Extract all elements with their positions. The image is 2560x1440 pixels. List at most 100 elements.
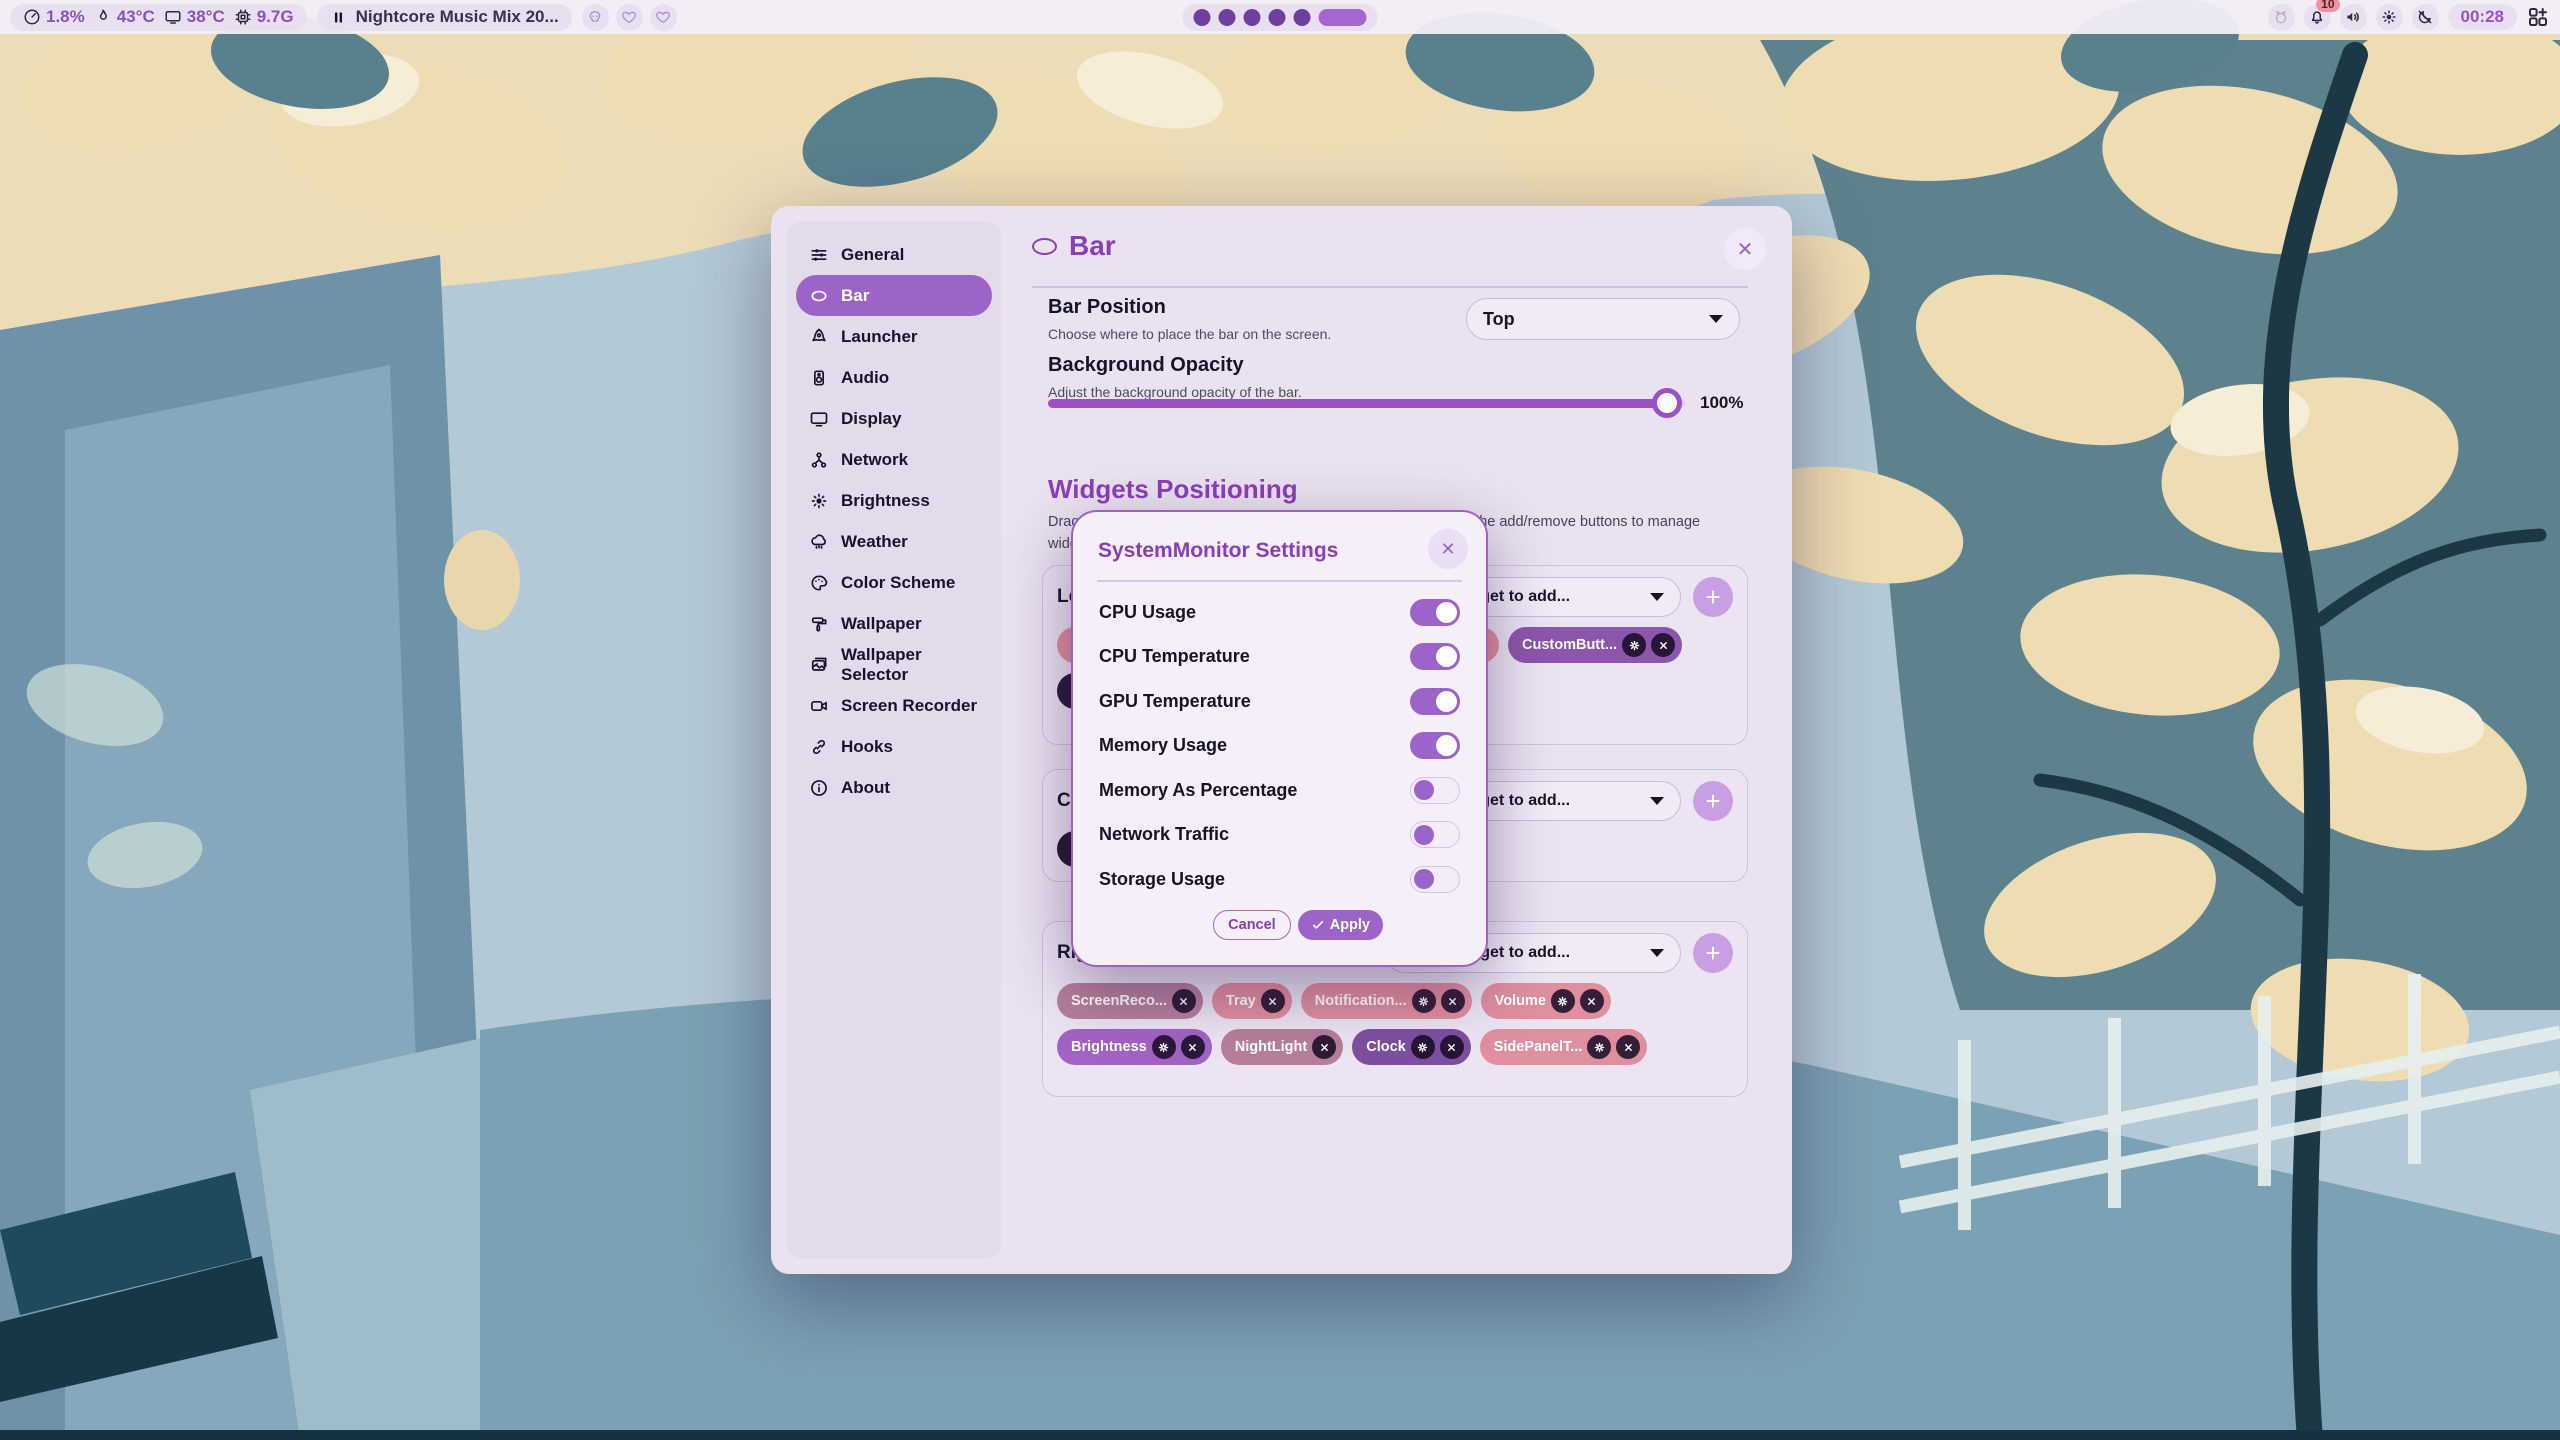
settings-sidebar: GeneralBarLauncherAudioDisplayNetworkBri… [787, 222, 1001, 1258]
workspace-dot[interactable] [1294, 9, 1311, 26]
check-icon [1311, 918, 1325, 932]
quick-button-heart[interactable] [616, 4, 643, 31]
chevron-down-icon [1650, 797, 1664, 805]
chip-settings-button[interactable] [1411, 1035, 1435, 1059]
window-close-button[interactable]: ✕ [1724, 228, 1766, 270]
toggle-switch[interactable] [1410, 643, 1460, 670]
sidebar-item-label: Wallpaper [841, 614, 922, 634]
cancel-button[interactable]: Cancel [1213, 910, 1291, 940]
chip-label: SidePanelT... [1494, 1039, 1583, 1055]
widgets-positioning-title: Widgets Positioning [1048, 474, 1298, 505]
media-player-module[interactable]: Nightcore Music Mix 20... [317, 4, 572, 31]
widget-chip-brightness[interactable]: Brightness [1057, 1029, 1212, 1065]
toggle-switch[interactable] [1410, 866, 1460, 893]
bar-position-dropdown[interactable]: Top [1466, 298, 1740, 340]
stat-gauge: 1.8% [23, 7, 85, 27]
workspace-dot[interactable] [1269, 9, 1286, 26]
toggle-knob [1436, 602, 1457, 623]
add-widget-button[interactable]: + [1693, 781, 1733, 821]
workspace-dot[interactable] [1219, 9, 1236, 26]
add-widget-button[interactable]: + [1693, 933, 1733, 973]
quick-button-heart[interactable] [650, 4, 677, 31]
chip-remove-button[interactable] [1580, 989, 1604, 1013]
toggle-label: Storage Usage [1099, 869, 1225, 890]
chip-settings-button[interactable] [1551, 989, 1575, 1013]
toggle-row-cpu-temperature: CPU Temperature [1099, 635, 1460, 680]
workspace-dot[interactable] [1244, 9, 1261, 26]
page-title-row: Bar [1032, 230, 1116, 262]
sidebar-item-bar[interactable]: Bar [796, 275, 992, 316]
toggle-switch[interactable] [1410, 777, 1460, 804]
workspaces-module[interactable] [1183, 4, 1378, 31]
opacity-slider-thumb[interactable] [1652, 388, 1682, 418]
sidebar-item-wallpaper[interactable]: Wallpaper [796, 603, 992, 644]
chip-label: NightLight [1235, 1039, 1307, 1055]
workspace-active[interactable] [1319, 9, 1367, 26]
background-opacity-slider-row: 100% [1048, 388, 1743, 418]
info-icon [809, 778, 829, 798]
volume-button[interactable] [2340, 4, 2367, 31]
apply-button[interactable]: Apply [1298, 910, 1383, 940]
top-bar: 1.8%43°C38°C9.7G Nightcore Music Mix 20.… [0, 0, 2560, 34]
sidebar-item-audio[interactable]: Audio [796, 357, 992, 398]
sidebar-item-network[interactable]: Network [796, 439, 992, 480]
chip-remove-button[interactable] [1181, 1035, 1205, 1059]
quick-button-skull[interactable] [582, 4, 609, 31]
chip-remove-button[interactable] [1440, 1035, 1464, 1059]
widget-chip-sidepanelt[interactable]: SidePanelT... [1480, 1029, 1648, 1065]
chip-remove-button[interactable] [1441, 989, 1465, 1013]
widget-chip-clock[interactable]: Clock [1352, 1029, 1471, 1065]
sidebar-item-hooks[interactable]: Hooks [796, 726, 992, 767]
toggle-switch[interactable] [1410, 599, 1460, 626]
x-icon [1266, 995, 1279, 1008]
sidebar-item-color-scheme[interactable]: Color Scheme [796, 562, 992, 603]
widget-chip-nightlight[interactable]: NightLight [1221, 1029, 1343, 1065]
opacity-slider[interactable] [1048, 399, 1685, 408]
app-launcher-button[interactable] [2526, 5, 2550, 29]
sidebar-item-weather[interactable]: Weather [796, 521, 992, 562]
chip-settings-button[interactable] [1587, 1035, 1611, 1059]
chip-settings-button[interactable] [1152, 1035, 1176, 1059]
clock-time: 00:28 [2461, 7, 2504, 27]
toggle-row-storage-usage: Storage Usage [1099, 857, 1460, 902]
widget-chip-volume[interactable]: Volume [1481, 983, 1611, 1019]
sidebar-item-display[interactable]: Display [796, 398, 992, 439]
toggle-label: Network Traffic [1099, 824, 1229, 845]
add-widget-button[interactable]: + [1693, 577, 1733, 617]
toggle-label: CPU Usage [1099, 602, 1196, 623]
toggle-switch[interactable] [1410, 688, 1460, 715]
chip-remove-button[interactable] [1261, 989, 1285, 1013]
monitor-icon [809, 409, 829, 429]
toggle-label: Memory Usage [1099, 735, 1227, 756]
clock-module[interactable]: 00:28 [2448, 4, 2517, 30]
sidebar-item-brightness[interactable]: Brightness [796, 480, 992, 521]
widget-chip-notification[interactable]: Notification... [1301, 983, 1472, 1019]
toggle-switch[interactable] [1410, 821, 1460, 848]
sidebar-item-screen-recorder[interactable]: Screen Recorder [796, 685, 992, 726]
chip-remove-button[interactable] [1651, 633, 1675, 657]
speaker-icon [809, 368, 829, 388]
cloud-rain-icon [809, 532, 829, 552]
bell-button[interactable]: 10 [2304, 4, 2331, 31]
toggle-knob [1436, 646, 1457, 667]
chip-remove-button[interactable] [1172, 989, 1196, 1013]
sidebar-item-about[interactable]: About [796, 767, 992, 808]
chip-remove-button[interactable] [1312, 1035, 1336, 1059]
chip-settings-button[interactable] [1412, 989, 1436, 1013]
cat-button[interactable] [2268, 4, 2295, 31]
night-light-button[interactable] [2412, 4, 2439, 31]
system-stats-module[interactable]: 1.8%43°C38°C9.7G [10, 4, 307, 31]
sun-button[interactable] [2376, 4, 2403, 31]
toggle-switch[interactable] [1410, 732, 1460, 759]
modal-close-button[interactable]: ✕ [1428, 529, 1468, 569]
sidebar-item-general[interactable]: General [796, 234, 992, 275]
workspace-dot[interactable] [1194, 9, 1211, 26]
sidebar-item-wallpaper-selector[interactable]: Wallpaper Selector [796, 644, 992, 685]
check-icon [1311, 918, 1325, 932]
widget-chip-custombutt[interactable]: CustomButt... [1508, 627, 1682, 663]
widget-chip-tray[interactable]: Tray [1212, 983, 1292, 1019]
widget-chip-screenreco[interactable]: ScreenReco... [1057, 983, 1203, 1019]
chip-remove-button[interactable] [1616, 1035, 1640, 1059]
chip-settings-button[interactable] [1622, 633, 1646, 657]
sidebar-item-launcher[interactable]: Launcher [796, 316, 992, 357]
